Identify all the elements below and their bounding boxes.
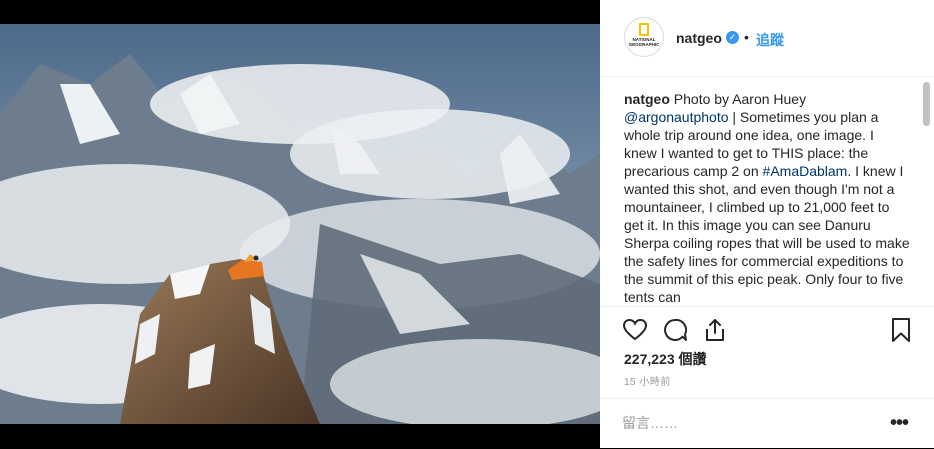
separator-dot: • xyxy=(744,29,749,45)
scrollbar-thumb[interactable] xyxy=(923,82,930,126)
comment-input[interactable] xyxy=(622,413,872,433)
follow-button[interactable]: 追蹤 xyxy=(756,30,784,50)
bookmark-icon[interactable] xyxy=(888,317,914,343)
caption-text-3: . I knew I wanted this shot, and even th… xyxy=(624,163,910,304)
caption: natgeo Photo by Aaron Huey @argonautphot… xyxy=(624,90,910,304)
post-timestamp[interactable]: 15 小時前 xyxy=(624,373,671,388)
natgeo-logo-icon xyxy=(639,23,649,36)
avatar-logo-text: NATIONAL GEOGRAPHIC xyxy=(628,37,660,47)
verified-badge-icon: ✓ xyxy=(726,31,739,44)
post-photo[interactable] xyxy=(0,24,600,424)
caption-scrollbar[interactable] xyxy=(920,78,930,306)
caption-username-link[interactable]: natgeo xyxy=(624,91,670,107)
share-icon[interactable] xyxy=(702,317,728,343)
comment-icon[interactable] xyxy=(662,317,688,343)
more-options-icon[interactable]: ••• xyxy=(890,413,909,433)
avatar[interactable]: NATIONAL GEOGRAPHIC xyxy=(624,17,664,57)
post-header: NATIONAL GEOGRAPHIC natgeo ✓ • 追蹤 xyxy=(600,0,934,77)
post-side-panel: NATIONAL GEOGRAPHIC natgeo ✓ • 追蹤 natgeo… xyxy=(600,0,934,448)
heart-icon[interactable] xyxy=(622,317,648,343)
hashtag-link[interactable]: #AmaDablam xyxy=(763,163,848,179)
action-bar xyxy=(600,306,934,349)
comment-bar: ••• xyxy=(600,398,934,449)
mountain-photo-illustration xyxy=(0,24,600,424)
photo-area xyxy=(0,0,600,448)
likes-count[interactable]: 227,223 個讚 xyxy=(624,349,707,369)
mention-link[interactable]: @argonautphoto xyxy=(624,109,729,125)
username-link[interactable]: natgeo xyxy=(676,30,722,46)
caption-text-1: Photo by Aaron Huey xyxy=(669,91,807,107)
